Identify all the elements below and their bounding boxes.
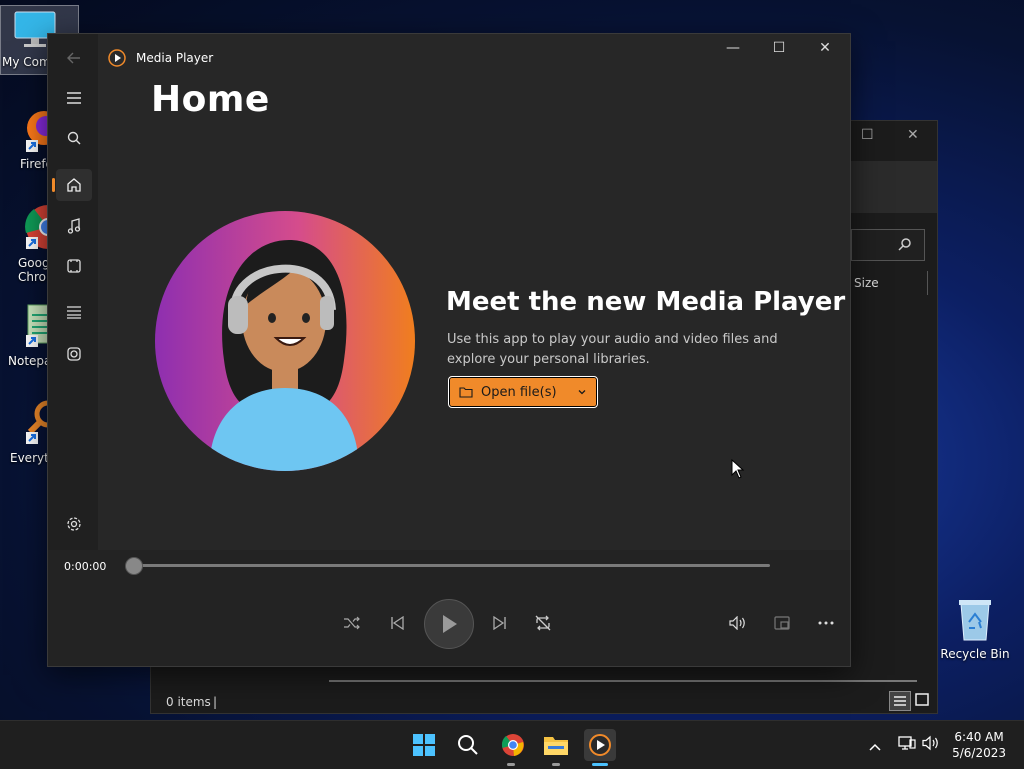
details-view-button[interactable] xyxy=(889,691,911,711)
folder-icon xyxy=(459,387,473,398)
network-button[interactable] xyxy=(898,735,916,755)
nav-settings[interactable] xyxy=(56,508,92,540)
open-files-button[interactable]: Open file(s) xyxy=(448,376,598,408)
active-indicator xyxy=(592,763,608,766)
skip-previous-icon xyxy=(391,616,404,630)
search-input[interactable] xyxy=(851,229,925,261)
search-icon xyxy=(67,131,81,145)
seek-thumb[interactable] xyxy=(125,557,143,575)
close-button[interactable]: ✕ xyxy=(805,40,845,60)
maximize-icon[interactable]: ☐ xyxy=(861,127,874,143)
page-title: Home xyxy=(151,79,270,120)
repeat-button[interactable] xyxy=(531,612,555,634)
taskbar-chrome[interactable] xyxy=(497,729,529,761)
recycle-bin-icon xyxy=(959,600,991,641)
hamburger-icon xyxy=(67,92,81,104)
hero-heading: Meet the new Media Player xyxy=(446,287,846,317)
media-player-logo-icon xyxy=(589,734,611,756)
volume-button[interactable] xyxy=(726,612,750,634)
nav-play-queue[interactable] xyxy=(56,296,92,328)
play-button[interactable] xyxy=(424,599,474,649)
folder-icon xyxy=(544,737,568,755)
search-icon xyxy=(458,735,478,755)
hero-illustration xyxy=(155,211,415,471)
tiles-view-icon xyxy=(915,693,929,706)
back-arrow-icon xyxy=(67,52,80,64)
mouse-cursor-icon xyxy=(731,459,745,479)
menu-button[interactable] xyxy=(56,82,92,114)
nav-music[interactable] xyxy=(56,210,92,242)
ellipsis-icon xyxy=(818,621,834,625)
horizontal-scrollbar[interactable] xyxy=(329,680,917,682)
start-button[interactable] xyxy=(408,729,440,761)
close-icon: ✕ xyxy=(819,40,831,56)
back-button[interactable] xyxy=(56,42,92,74)
maximize-icon: ☐ xyxy=(772,40,786,56)
minimize-icon: — xyxy=(726,40,740,56)
chevron-down-icon xyxy=(578,390,586,395)
chrome-icon xyxy=(501,734,524,756)
column-divider[interactable] xyxy=(927,271,928,295)
home-icon xyxy=(67,178,81,192)
open-files-label: Open file(s) xyxy=(481,384,557,400)
show-hidden-icons-button[interactable] xyxy=(868,737,882,756)
details-view-icon xyxy=(894,696,906,706)
media-player-window[interactable]: Media Player — ☐ ✕ Home Meet the new Med… xyxy=(47,33,851,667)
taskbar-search-button[interactable] xyxy=(452,729,484,761)
maximize-button[interactable]: ☐ xyxy=(759,40,799,60)
repeat-icon xyxy=(535,615,551,631)
shuffle-button[interactable] xyxy=(340,612,364,634)
running-indicator xyxy=(552,763,560,766)
play-queue-icon xyxy=(67,306,81,319)
playlist-icon xyxy=(67,347,81,361)
volume-icon xyxy=(729,616,745,630)
taskbar-file-explorer[interactable] xyxy=(540,729,572,761)
seek-bar[interactable] xyxy=(134,564,770,567)
mini-player-icon xyxy=(774,616,790,630)
mini-player-button[interactable] xyxy=(770,612,794,634)
chevron-up-icon xyxy=(869,743,881,751)
volume-tray-button[interactable] xyxy=(922,735,940,755)
elapsed-time: 0:00:00 xyxy=(64,560,107,573)
status-divider: | xyxy=(213,695,218,709)
search-icon xyxy=(898,238,911,251)
play-icon xyxy=(443,615,457,633)
music-note-icon xyxy=(67,218,81,234)
nav-playlists[interactable] xyxy=(56,338,92,370)
tiles-view-button[interactable] xyxy=(913,691,931,709)
windows-logo-icon xyxy=(413,734,435,756)
close-icon[interactable]: ✕ xyxy=(907,127,919,143)
film-icon xyxy=(67,259,81,273)
nav-home[interactable] xyxy=(52,169,92,201)
media-player-logo-icon xyxy=(108,49,126,67)
status-item-count: 0 items xyxy=(166,695,211,709)
navigation-rail xyxy=(48,34,98,550)
system-clock[interactable]: 6:40 AM 5/6/2023 xyxy=(952,729,1006,761)
clock-date: 5/6/2023 xyxy=(952,746,1006,760)
window-title: Media Player xyxy=(136,51,214,65)
hero-description: Use this app to play your audio and vide… xyxy=(447,332,778,367)
desktop-icon-label: Recycle Bin xyxy=(940,647,1010,661)
clock-time: 6:40 AM xyxy=(954,730,1004,744)
network-icon xyxy=(898,736,916,750)
volume-icon xyxy=(922,735,938,751)
desktop-icon-recycle-bin[interactable]: Recycle Bin xyxy=(940,598,1010,661)
gear-icon xyxy=(67,517,81,531)
taskbar-media-player[interactable] xyxy=(584,729,616,761)
running-indicator xyxy=(507,763,515,766)
shuffle-icon xyxy=(344,616,360,630)
minimize-button[interactable]: — xyxy=(713,40,753,60)
next-button[interactable] xyxy=(488,612,512,634)
more-options-button[interactable] xyxy=(814,612,838,634)
taskbar: 6:40 AM 5/6/2023 xyxy=(0,720,1024,769)
skip-next-icon xyxy=(493,616,506,630)
previous-button[interactable] xyxy=(385,612,409,634)
column-header-size[interactable]: Size xyxy=(854,276,879,290)
nav-video[interactable] xyxy=(56,250,92,282)
search-button[interactable] xyxy=(56,122,92,154)
